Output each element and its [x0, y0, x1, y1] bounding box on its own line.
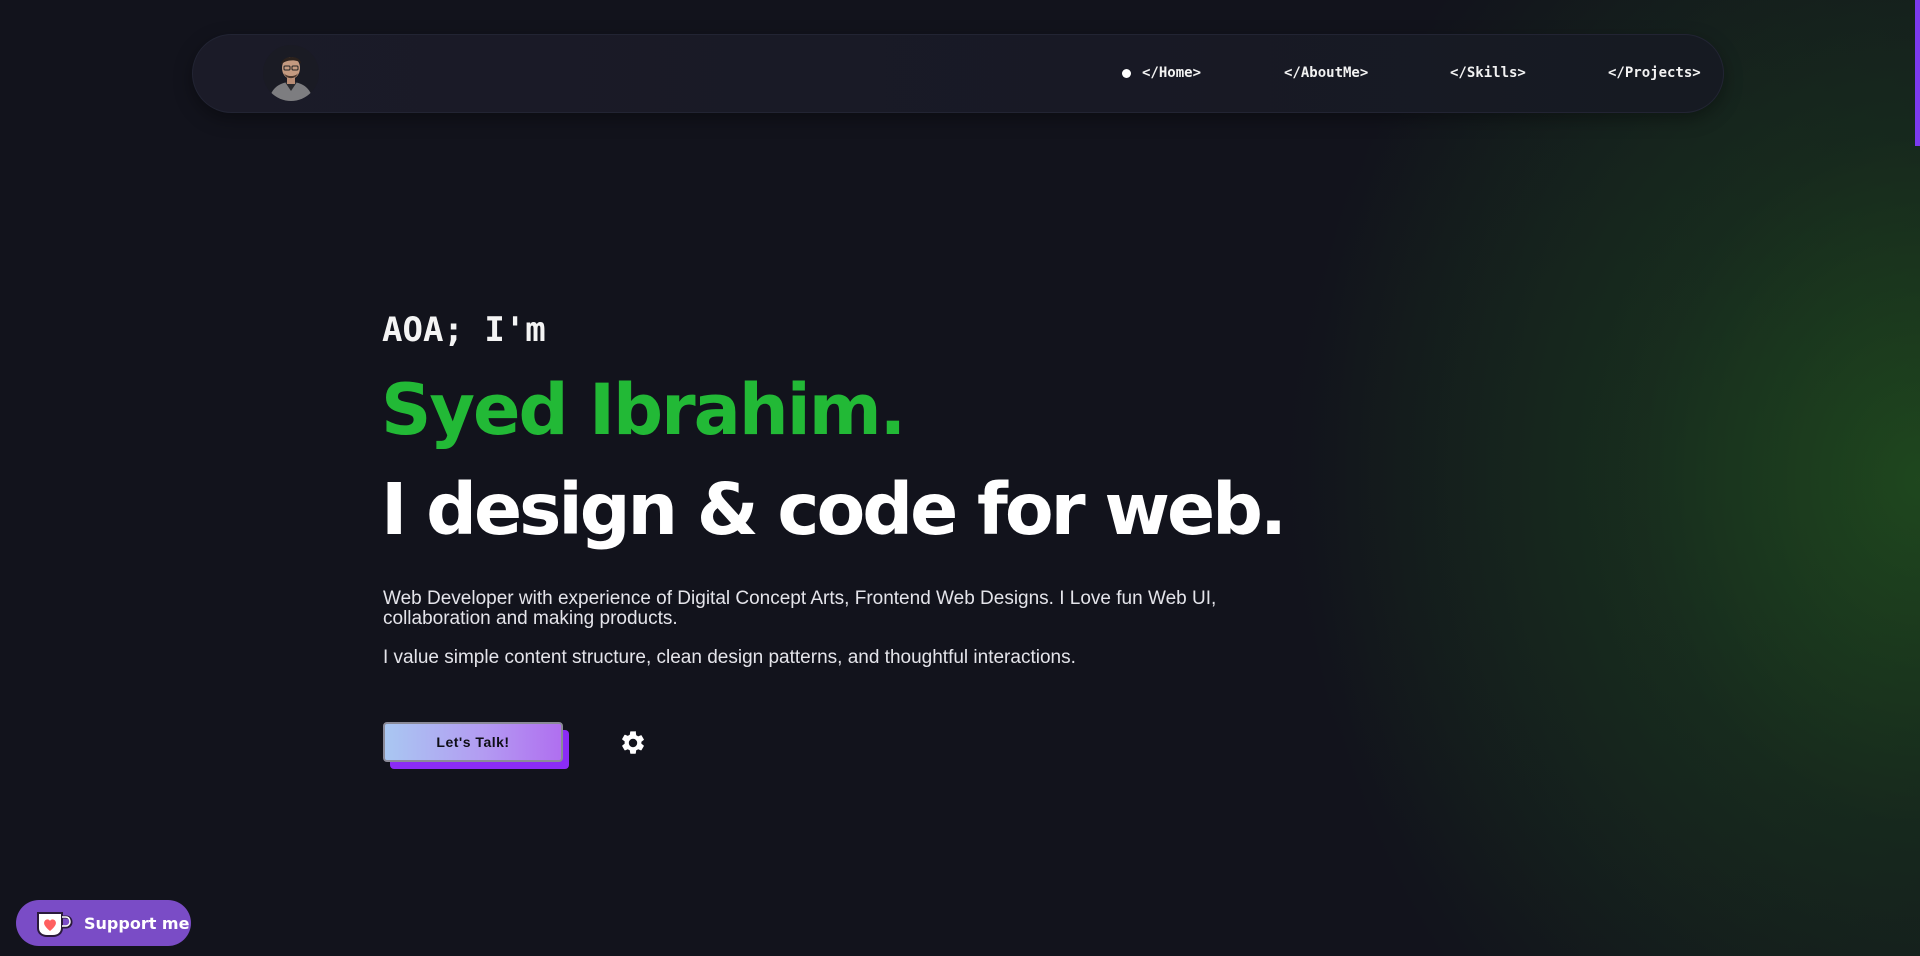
profile-photo-icon [263, 45, 319, 101]
nav-item-skills-label: </Skills> [1450, 65, 1526, 81]
hero-tagline: I design & code for web. [381, 468, 1287, 551]
hero-greeting: AOA; I'm [382, 310, 546, 350]
hero-description-1: Web Developer with experience of Digital… [383, 588, 1217, 629]
navbar: </Home> </AboutMe> </Skills> </Projects> [192, 34, 1724, 113]
ko-fi-cup-icon [37, 912, 73, 937]
support-me-label: Support me [84, 913, 190, 933]
hero-description-2: I value simple content structure, clean … [383, 647, 1076, 668]
lets-talk-button[interactable]: Let's Talk! [383, 722, 563, 762]
active-indicator-dot [1122, 68, 1131, 78]
nav-item-projects-label: </Projects> [1608, 65, 1701, 81]
nav-item-skills[interactable]: </Skills> [1450, 62, 1526, 84]
nav-item-projects[interactable]: </Projects> [1608, 62, 1701, 84]
lets-talk-button-wrapper: Let's Talk! [383, 722, 569, 769]
nav-item-home-label: </Home> [1142, 65, 1202, 81]
hero-name: Syed Ibrahim. [381, 369, 906, 451]
gear-icon[interactable] [619, 729, 647, 757]
nav-item-aboutme[interactable]: </AboutMe> [1284, 62, 1368, 84]
avatar[interactable] [263, 45, 319, 101]
nav-item-home[interactable]: </Home> [1122, 62, 1201, 84]
scroll-indicator[interactable] [1915, 0, 1920, 146]
support-me-button[interactable]: Support me [16, 900, 191, 946]
nav-item-aboutme-label: </AboutMe> [1284, 65, 1369, 81]
